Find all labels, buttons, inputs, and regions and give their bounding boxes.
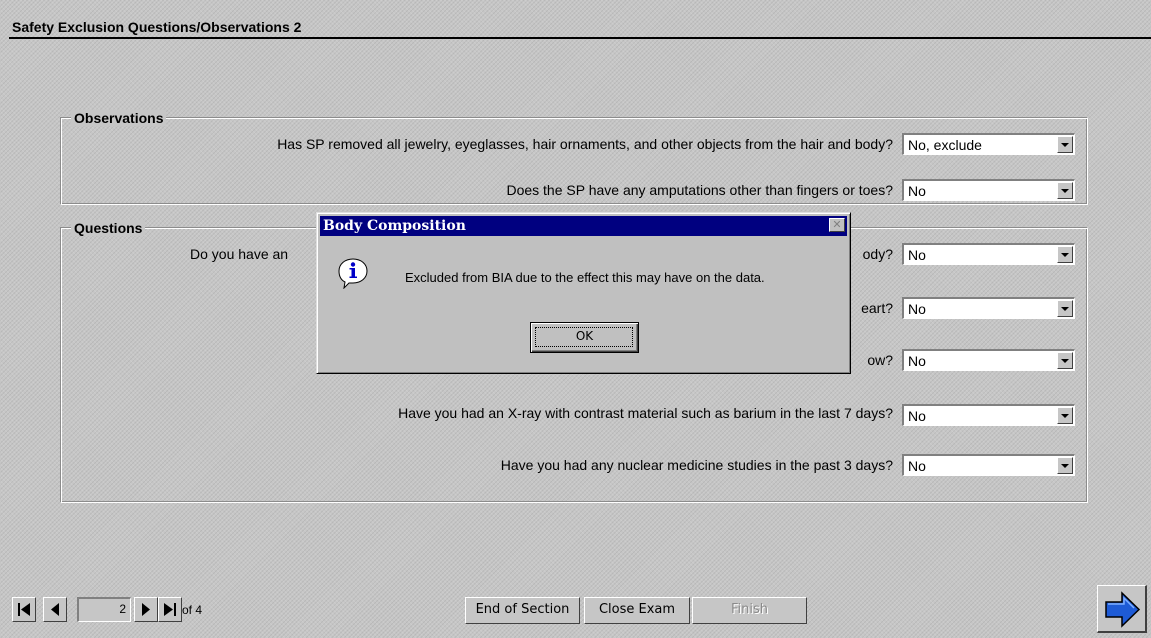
ok-label: OK bbox=[575, 329, 594, 343]
last-record-button[interactable] bbox=[158, 597, 182, 622]
next-icon bbox=[142, 603, 150, 616]
question-2-end: eart? bbox=[861, 300, 893, 316]
question-5-combo[interactable]: No bbox=[902, 454, 1075, 476]
chevron-down-icon[interactable] bbox=[1057, 300, 1073, 317]
question-3-combo[interactable]: No bbox=[902, 349, 1075, 371]
close-icon[interactable]: ✕ bbox=[829, 218, 845, 232]
question-4-combo[interactable]: No bbox=[902, 404, 1075, 426]
title-divider bbox=[9, 37, 1151, 39]
question-5: Have you had any nuclear medicine studie… bbox=[500, 457, 893, 473]
info-icon bbox=[338, 258, 368, 289]
finish-button[interactable]: Finish bbox=[692, 597, 807, 624]
combo-value: No bbox=[908, 353, 926, 369]
last-icon bbox=[164, 603, 176, 616]
previous-record-button[interactable] bbox=[43, 597, 67, 622]
questions-legend: Questions bbox=[71, 220, 146, 236]
observation-answer-1-combo[interactable]: No, exclude bbox=[902, 133, 1075, 155]
chevron-down-icon[interactable] bbox=[1057, 457, 1073, 474]
chevron-down-icon[interactable] bbox=[1057, 136, 1073, 153]
combo-value: No, exclude bbox=[908, 137, 982, 153]
ok-button[interactable]: OK bbox=[530, 322, 639, 353]
first-record-button[interactable] bbox=[12, 597, 36, 622]
combo-value: No bbox=[908, 408, 926, 424]
first-icon bbox=[18, 603, 30, 616]
question-1-combo[interactable]: No bbox=[902, 243, 1075, 265]
dialog-titlebar[interactable]: Body Composition ✕ bbox=[320, 216, 847, 236]
chevron-down-icon[interactable] bbox=[1057, 182, 1073, 199]
question-1-end: ody? bbox=[862, 246, 893, 262]
page-number-input[interactable]: 2 bbox=[77, 597, 131, 622]
question-1-start: Do you have an bbox=[190, 246, 289, 262]
observation-question-2: Does the SP have any amputations other t… bbox=[506, 182, 893, 198]
combo-value: No bbox=[908, 458, 926, 474]
observation-answer-2-combo[interactable]: No bbox=[902, 179, 1075, 201]
dialog-message: Excluded from BIA due to the effect this… bbox=[405, 270, 765, 285]
question-3-end: ow? bbox=[867, 352, 893, 368]
chevron-down-icon[interactable] bbox=[1057, 246, 1073, 263]
observations-legend: Observations bbox=[71, 110, 167, 126]
combo-value: No bbox=[908, 183, 926, 199]
chevron-down-icon[interactable] bbox=[1057, 407, 1073, 424]
previous-icon bbox=[51, 603, 59, 616]
close-exam-button[interactable]: Close Exam bbox=[584, 597, 690, 624]
body-composition-dialog: Body Composition ✕ Excluded from BIA due… bbox=[316, 212, 851, 374]
chevron-down-icon[interactable] bbox=[1057, 352, 1073, 369]
end-of-section-button[interactable]: End of Section bbox=[465, 597, 580, 624]
next-arrow-icon bbox=[1105, 591, 1141, 628]
dialog-title: Body Composition bbox=[323, 218, 466, 234]
page-count-label: of 4 bbox=[182, 603, 203, 617]
next-page-button[interactable] bbox=[1097, 585, 1147, 633]
combo-value: No bbox=[908, 301, 926, 317]
combo-value: No bbox=[908, 247, 926, 263]
page-title: Safety Exclusion Questions/Observations … bbox=[12, 19, 302, 35]
question-2-combo[interactable]: No bbox=[902, 297, 1075, 319]
question-4: Have you had an X-ray with contrast mate… bbox=[398, 405, 893, 421]
next-record-button[interactable] bbox=[134, 597, 158, 622]
observation-question-1: Has SP removed all jewelry, eyeglasses, … bbox=[277, 136, 893, 152]
